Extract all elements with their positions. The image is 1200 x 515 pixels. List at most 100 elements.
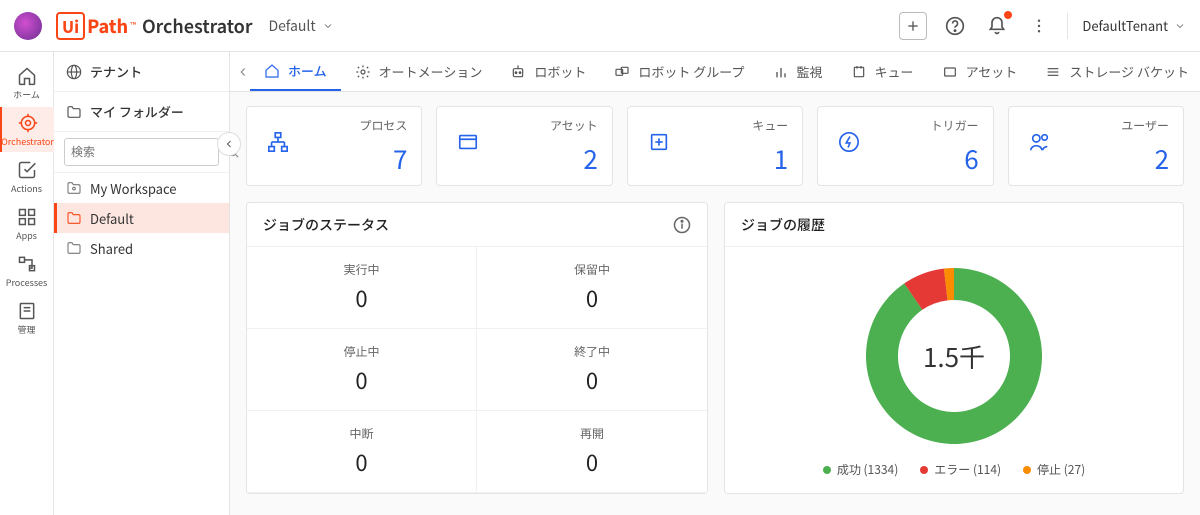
kpi-label: ユーザー <box>1069 117 1169 134</box>
legend-dot <box>1023 466 1031 474</box>
status-label: 中断 <box>247 425 476 442</box>
tab-label: 監視 <box>797 62 823 81</box>
legend-item: 成功 (1334) <box>823 461 898 478</box>
tab-home[interactable]: ホーム <box>250 52 341 91</box>
home-icon <box>264 63 280 79</box>
kpi-process[interactable]: プロセス7 <box>246 106 422 186</box>
admin-icon <box>17 301 37 321</box>
folder-item-myworkspace[interactable]: My Workspace <box>54 173 229 203</box>
window-icon <box>457 131 479 153</box>
folder-item-shared[interactable]: Shared <box>54 233 229 263</box>
tab-label: オートメーション <box>379 62 483 81</box>
help-button[interactable] <box>941 12 969 40</box>
asset-icon <box>942 64 958 80</box>
tabs: ホーム オートメーション ロボット ロボット グループ 監視 キュー <box>230 52 1200 92</box>
tab-automation[interactable]: オートメーション <box>341 52 497 91</box>
status-value: 0 <box>247 364 476 396</box>
robot-group-icon <box>614 64 630 80</box>
kpi-value: 1 <box>688 140 788 177</box>
notifications-button[interactable] <box>983 12 1011 40</box>
tab-label: ストレージ バケット <box>1069 62 1189 81</box>
status-cell: 終了中 0 <box>477 329 707 411</box>
sidebar-tenant-label: テナント <box>90 62 142 81</box>
bolt-icon <box>838 131 860 153</box>
rail-item-label: Processes <box>6 276 47 289</box>
search-input[interactable] <box>71 145 226 159</box>
status-label: 終了中 <box>477 343 707 360</box>
folder-item-label: Default <box>90 209 134 228</box>
rail-item-apps[interactable]: Apps <box>0 201 54 246</box>
tenant-selector[interactable]: DefaultTenant <box>1082 16 1186 35</box>
chart-icon <box>773 64 789 80</box>
status-value: 0 <box>477 364 707 396</box>
more-button[interactable] <box>1025 12 1053 40</box>
logo-path: Path <box>87 13 128 39</box>
kpi-label: アセット <box>497 117 597 134</box>
tab-queues[interactable]: キュー <box>837 52 928 91</box>
status-panel: ジョブのステータス 実行中0 保留中0 停止中0 終了中0 中断0 再開0 <box>246 202 708 494</box>
kpi-trigger[interactable]: トリガー6 <box>817 106 993 186</box>
status-cell: 保留中0 <box>477 247 707 329</box>
tab-label: キュー <box>875 62 914 81</box>
status-cell: 再開0 <box>477 411 707 493</box>
tab-storage[interactable]: ストレージ バケット <box>1031 52 1200 91</box>
tabs-prev-button[interactable] <box>236 52 250 91</box>
search-input-wrap[interactable] <box>64 138 219 166</box>
rail-item-processes[interactable]: Processes <box>0 248 54 293</box>
chevron-down-icon <box>322 20 334 32</box>
donut-center-label: 1.5千 <box>859 261 1049 451</box>
status-grid: 実行中0 保留中0 停止中0 終了中0 中断0 再開0 <box>247 247 707 493</box>
top-right: DefaultTenant <box>899 12 1186 40</box>
status-cell: 停止中0 <box>247 329 477 411</box>
info-icon[interactable] <box>673 216 691 234</box>
rail-item-label: Actions <box>11 182 42 195</box>
rail-item-actions[interactable]: Actions <box>0 154 54 199</box>
logo-ui: Ui <box>56 12 85 40</box>
add-button[interactable] <box>899 12 927 40</box>
tab-robotgroups[interactable]: ロボット グループ <box>600 52 758 91</box>
rail-item-label: 管理 <box>17 323 35 336</box>
donut-wrap: 1.5千 成功 (1334)エラー (114)停止 (27) <box>725 247 1183 488</box>
kpi-label: トリガー <box>878 117 978 134</box>
kpi-user[interactable]: ユーザー 2 <box>1008 106 1184 186</box>
breadcrumb[interactable]: Default <box>268 16 333 36</box>
legend-item: エラー (114) <box>920 461 1001 478</box>
status-label: 実行中 <box>247 261 476 278</box>
tab-assets[interactable]: アセット <box>928 52 1032 91</box>
rail-item-home[interactable]: ホーム <box>0 60 54 105</box>
donut-chart: 1.5千 <box>859 261 1049 451</box>
home-icon <box>17 66 37 86</box>
sidebar-myfolder[interactable]: マイ フォルダー <box>54 92 229 132</box>
folder-item-default[interactable]: Default <box>54 203 229 233</box>
folder-item-label: My Workspace <box>90 179 176 198</box>
kpi-value: 2 <box>1069 140 1169 177</box>
help-icon <box>945 16 965 36</box>
status-label: 再開 <box>477 425 707 442</box>
folder-icon <box>66 104 82 120</box>
rail-item-orchestrator[interactable]: Orchestrator <box>0 107 54 152</box>
kpi-value: 2 <box>497 140 597 177</box>
kpi-label: プロセス <box>307 117 407 134</box>
status-value: 0 <box>247 282 476 314</box>
avatar[interactable] <box>14 12 42 40</box>
left-rail: ホーム Orchestrator Actions Apps Processes … <box>0 52 54 515</box>
kpi-asset[interactable]: アセット 2 <box>436 106 612 186</box>
queue-icon <box>851 64 867 80</box>
actions-icon <box>17 160 37 180</box>
storage-icon <box>1045 64 1061 80</box>
chevron-down-icon <box>1174 20 1186 32</box>
tab-label: ロボット グループ <box>638 62 744 81</box>
tab-label: ロボット <box>534 62 586 81</box>
robot-icon <box>510 64 526 80</box>
sidebar-search <box>54 132 229 173</box>
folder-item-label: Shared <box>90 239 133 258</box>
tab-monitor[interactable]: 監視 <box>759 52 837 91</box>
kpi-queue[interactable]: キュー1 <box>627 106 803 186</box>
sidebar-tenant[interactable]: テナント <box>54 52 229 92</box>
folder-icon <box>66 210 82 226</box>
sidebar-collapse-button[interactable] <box>217 132 241 156</box>
rail-item-admin[interactable]: 管理 <box>0 295 54 340</box>
tab-robots[interactable]: ロボット <box>496 52 600 91</box>
sitemap-icon <box>267 131 289 153</box>
plus-icon <box>905 18 921 34</box>
